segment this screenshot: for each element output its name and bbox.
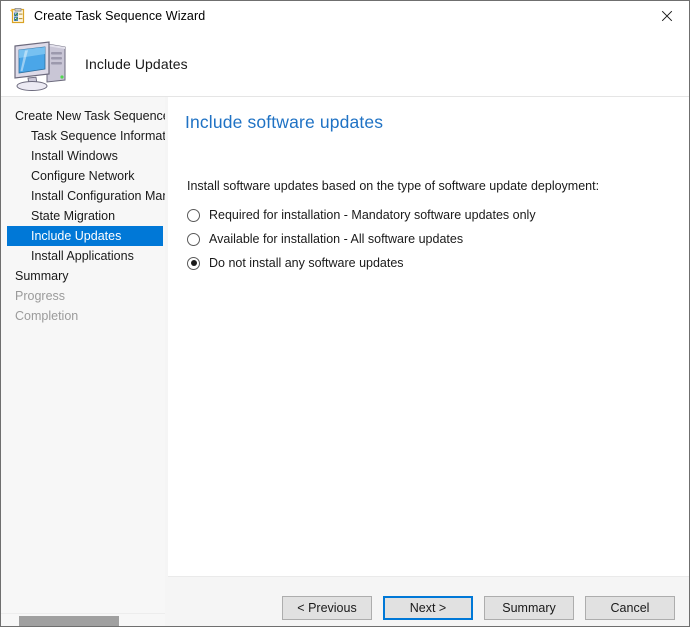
radio-available-for-installation[interactable]: Available for installation - All softwar…	[187, 227, 536, 251]
computer-icon	[9, 36, 73, 92]
sidebar-item-install-applications[interactable]: Install Applications	[1, 246, 165, 266]
previous-button[interactable]: < Previous	[282, 596, 372, 620]
wizard-step-sidebar: Create New Task Sequence Task Sequence I…	[1, 97, 165, 626]
footer-button-row: < Previous Next > Summary Cancel	[282, 596, 675, 620]
page-description: Install software updates based on the ty…	[187, 179, 600, 193]
wizard-header: Include Updates	[1, 31, 689, 97]
radio-label: Do not install any software updates	[209, 256, 404, 270]
radio-label: Required for installation - Mandatory so…	[209, 208, 536, 222]
title-bar: Create Task Sequence Wizard	[1, 1, 689, 31]
task-sequence-clipboard-icon	[9, 8, 26, 24]
wizard-body: Create New Task Sequence Task Sequence I…	[1, 97, 689, 626]
radio-label: Available for installation - All softwar…	[209, 232, 464, 246]
close-icon[interactable]	[644, 1, 689, 30]
next-button[interactable]: Next >	[383, 596, 473, 620]
sidebar-horizontal-scrollbar[interactable]	[1, 613, 165, 626]
sidebar-item-progress: Progress	[15, 289, 66, 303]
cancel-button[interactable]: Cancel	[585, 596, 675, 620]
wizard-footer: < Previous Next > Summary Cancel	[168, 576, 689, 626]
radio-icon	[187, 232, 200, 246]
page-title: Include software updates	[185, 112, 384, 132]
sidebar-item-install-configuration-manager[interactable]: Install Configuration Manager	[1, 186, 165, 206]
create-task-sequence-wizard-window: Create Task Sequence Wizard Include Upda…	[0, 0, 690, 627]
radio-do-not-install[interactable]: Do not install any software updates	[187, 251, 536, 275]
radio-required-for-installation[interactable]: Required for installation - Mandatory so…	[187, 203, 536, 227]
content-panel: Include software updates Install softwar…	[168, 97, 689, 576]
sidebar-item-configure-network[interactable]: Configure Network	[1, 166, 165, 186]
sidebar-item-state-migration[interactable]: State Migration	[1, 206, 165, 226]
sidebar-item-summary[interactable]: Summary	[1, 266, 165, 286]
update-deployment-radio-group: Required for installation - Mandatory so…	[187, 203, 536, 275]
sidebar-item-include-updates[interactable]: Include Updates	[7, 226, 163, 246]
window-title: Create Task Sequence Wizard	[34, 9, 206, 23]
radio-icon	[187, 208, 200, 222]
summary-button[interactable]: Summary	[484, 596, 574, 620]
sidebar-item-completion: Completion	[15, 309, 79, 323]
scrollbar-thumb[interactable]	[19, 616, 119, 626]
sidebar-item-task-sequence-information[interactable]: Task Sequence Information	[1, 126, 165, 146]
header-title: Include Updates	[85, 55, 188, 72]
step-list: Create New Task Sequence Task Sequence I…	[1, 106, 165, 326]
sidebar-item-create-new-task-sequence[interactable]: Create New Task Sequence	[1, 106, 165, 126]
sidebar-item-install-windows[interactable]: Install Windows	[1, 146, 165, 166]
radio-selected-icon	[187, 256, 200, 270]
